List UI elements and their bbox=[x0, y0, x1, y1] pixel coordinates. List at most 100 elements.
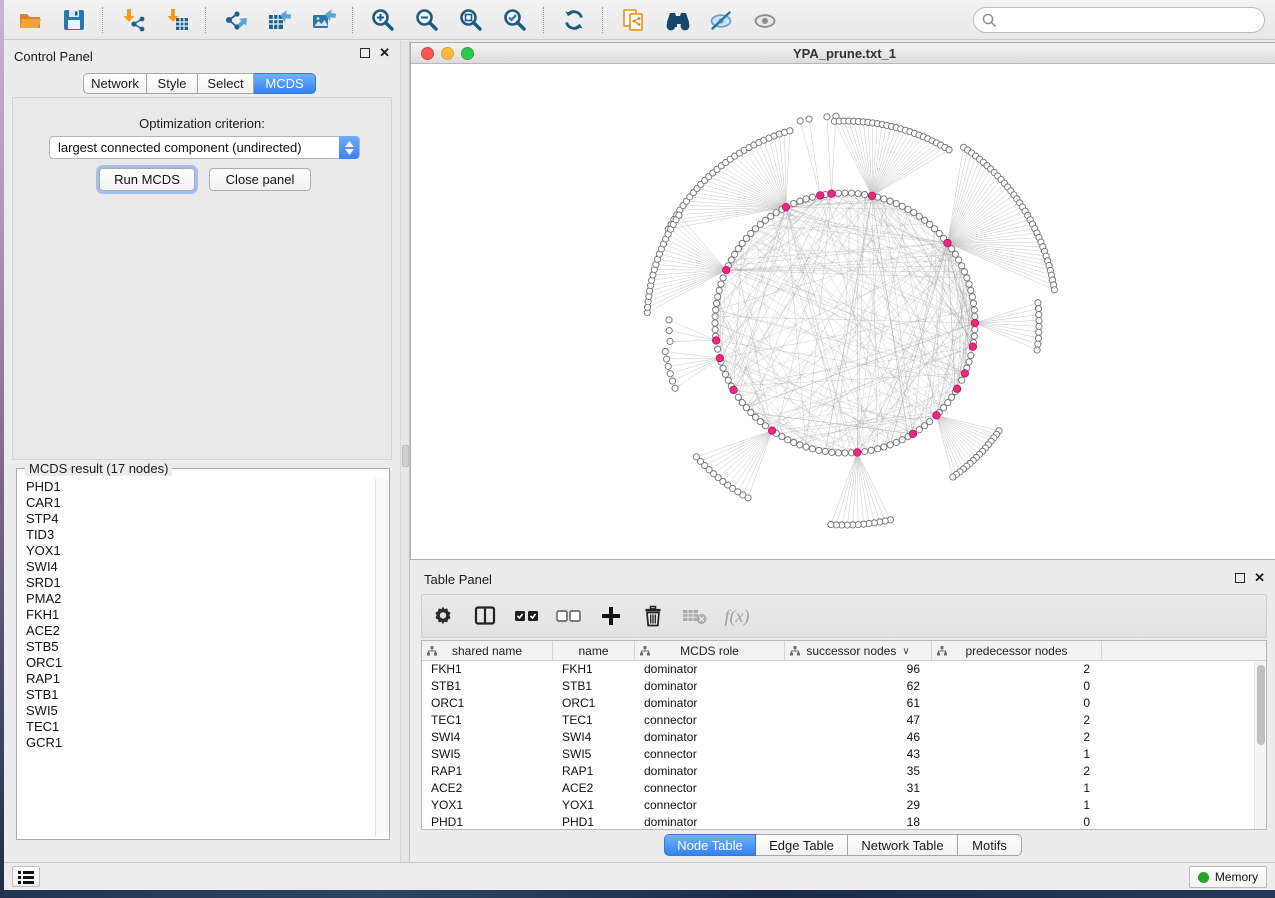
mcds-result-item[interactable]: GCR1 bbox=[18, 735, 376, 751]
mcds-result-item[interactable]: YOX1 bbox=[18, 543, 376, 559]
table-row[interactable]: SWI5SWI5connector431 bbox=[422, 746, 1254, 763]
table-cell[interactable]: connector bbox=[635, 780, 785, 797]
tab-style[interactable]: Style bbox=[147, 73, 198, 94]
mcds-list-scrollbar[interactable] bbox=[375, 479, 388, 837]
table-cell[interactable]: 18 bbox=[785, 814, 932, 829]
table-cell[interactable]: dominator bbox=[635, 678, 785, 695]
mcds-result-item[interactable]: SWI5 bbox=[18, 703, 376, 719]
optimization-criterion-select[interactable]: largest connected component (undirected) bbox=[49, 136, 360, 159]
select-all-rows-icon[interactable] bbox=[514, 603, 540, 629]
table-cell[interactable]: STB1 bbox=[422, 678, 553, 695]
close-panel-icon[interactable]: ✕ bbox=[1254, 573, 1265, 583]
mcds-result-item[interactable]: STB1 bbox=[18, 687, 376, 703]
table-cell[interactable]: 0 bbox=[932, 678, 1102, 695]
table-cell[interactable]: SWI4 bbox=[422, 729, 553, 746]
table-cell[interactable]: 2 bbox=[932, 712, 1102, 729]
table-cell[interactable]: ACE2 bbox=[553, 780, 635, 797]
mcds-result-item[interactable]: SRD1 bbox=[18, 575, 376, 591]
add-column-icon[interactable] bbox=[598, 603, 624, 629]
import-network-icon[interactable] bbox=[119, 6, 147, 34]
table-row[interactable]: RAP1RAP1dominator352 bbox=[422, 763, 1254, 780]
mcds-result-item[interactable]: CAR1 bbox=[18, 495, 376, 511]
table-cell[interactable]: RAP1 bbox=[553, 763, 635, 780]
table-cell[interactable]: TEC1 bbox=[422, 712, 553, 729]
table-cell[interactable]: 31 bbox=[785, 780, 932, 797]
tab-network[interactable]: Network bbox=[83, 73, 147, 94]
tab-node-table[interactable]: Node Table bbox=[664, 834, 756, 856]
tab-edge-table[interactable]: Edge Table bbox=[756, 834, 848, 856]
network-canvas[interactable] bbox=[411, 64, 1275, 559]
column-header-successor-nodes[interactable]: successor nodes ∨ bbox=[785, 641, 932, 661]
table-cell[interactable]: 46 bbox=[785, 729, 932, 746]
column-header-mcds-role[interactable]: MCDS role bbox=[635, 641, 785, 661]
table-cell[interactable]: 62 bbox=[785, 678, 932, 695]
search-input[interactable] bbox=[973, 7, 1265, 33]
function-builder-icon[interactable]: f(x) bbox=[724, 603, 750, 629]
network-graph[interactable] bbox=[411, 64, 1275, 559]
table-cell[interactable]: PHD1 bbox=[422, 814, 553, 829]
binoculars-search-icon[interactable] bbox=[663, 6, 691, 34]
memory-button[interactable]: Memory bbox=[1189, 866, 1267, 888]
mcds-result-item[interactable]: FKH1 bbox=[18, 607, 376, 623]
table-settings-gear-icon[interactable] bbox=[430, 603, 456, 629]
mcds-result-item[interactable]: TID3 bbox=[18, 527, 376, 543]
table-cell[interactable]: 0 bbox=[932, 695, 1102, 712]
close-panel-button[interactable]: Close panel bbox=[209, 168, 311, 191]
show-columns-icon[interactable] bbox=[472, 603, 498, 629]
table-cell[interactable]: ACE2 bbox=[422, 780, 553, 797]
table-cell[interactable]: connector bbox=[635, 797, 785, 814]
table-row[interactable]: PHD1PHD1dominator180 bbox=[422, 814, 1254, 829]
table-cell[interactable]: YOX1 bbox=[553, 797, 635, 814]
table-cell[interactable]: SWI5 bbox=[553, 746, 635, 763]
table-cell[interactable]: RAP1 bbox=[422, 763, 553, 780]
table-cell[interactable]: connector bbox=[635, 712, 785, 729]
table-cell[interactable]: 96 bbox=[785, 661, 932, 678]
table-row[interactable]: ORC1ORC1dominator610 bbox=[422, 695, 1254, 712]
duplicate-network-view-icon[interactable] bbox=[619, 6, 647, 34]
splitter-grip[interactable] bbox=[402, 445, 409, 467]
column-header-name[interactable]: name bbox=[553, 641, 635, 661]
table-row[interactable]: TEC1TEC1connector472 bbox=[422, 712, 1254, 729]
table-row[interactable]: YOX1YOX1connector291 bbox=[422, 797, 1254, 814]
table-cell[interactable]: PHD1 bbox=[553, 814, 635, 829]
table-cell[interactable]: dominator bbox=[635, 814, 785, 829]
table-cell[interactable]: 2 bbox=[932, 729, 1102, 746]
table-cell[interactable]: STB1 bbox=[553, 678, 635, 695]
column-header-shared-name[interactable]: shared name bbox=[422, 641, 553, 661]
task-history-button[interactable] bbox=[12, 866, 40, 887]
table-cell[interactable]: SWI5 bbox=[422, 746, 553, 763]
import-table-icon[interactable] bbox=[163, 6, 191, 34]
export-image-icon[interactable] bbox=[310, 6, 338, 34]
table-cell[interactable]: 35 bbox=[785, 763, 932, 780]
table-cell[interactable]: FKH1 bbox=[553, 661, 635, 678]
zoom-out-icon[interactable] bbox=[413, 6, 441, 34]
table-row[interactable]: ACE2ACE2connector311 bbox=[422, 780, 1254, 797]
table-row[interactable]: FKH1FKH1dominator962 bbox=[422, 661, 1254, 678]
table-scrollbar-thumb[interactable] bbox=[1257, 665, 1265, 745]
table-cell[interactable]: 0 bbox=[932, 814, 1102, 829]
export-table-icon[interactable] bbox=[266, 6, 294, 34]
float-window-icon[interactable] bbox=[360, 48, 370, 58]
zoom-fit-icon[interactable] bbox=[457, 6, 485, 34]
table-cell[interactable]: dominator bbox=[635, 729, 785, 746]
table-cell[interactable]: SWI4 bbox=[553, 729, 635, 746]
export-network-icon[interactable] bbox=[222, 6, 250, 34]
delete-rows-trash-icon[interactable] bbox=[640, 603, 666, 629]
float-window-icon[interactable] bbox=[1235, 573, 1245, 583]
close-panel-icon[interactable]: ✕ bbox=[379, 48, 390, 58]
table-cell[interactable]: 29 bbox=[785, 797, 932, 814]
table-cell[interactable]: connector bbox=[635, 746, 785, 763]
mcds-result-item[interactable]: PMA2 bbox=[18, 591, 376, 607]
save-session-icon[interactable] bbox=[60, 6, 88, 34]
run-mcds-button[interactable]: Run MCDS bbox=[99, 168, 195, 191]
refresh-icon[interactable] bbox=[560, 6, 588, 34]
table-cell[interactable]: 2 bbox=[932, 763, 1102, 780]
tab-mcds[interactable]: MCDS bbox=[254, 73, 316, 94]
table-cell[interactable]: YOX1 bbox=[422, 797, 553, 814]
table-cell[interactable]: 2 bbox=[932, 661, 1102, 678]
table-cell[interactable]: 61 bbox=[785, 695, 932, 712]
show-all-icon[interactable] bbox=[751, 6, 779, 34]
table-cell[interactable]: 47 bbox=[785, 712, 932, 729]
vertical-splitter[interactable] bbox=[400, 41, 410, 862]
zoom-in-icon[interactable] bbox=[369, 6, 397, 34]
